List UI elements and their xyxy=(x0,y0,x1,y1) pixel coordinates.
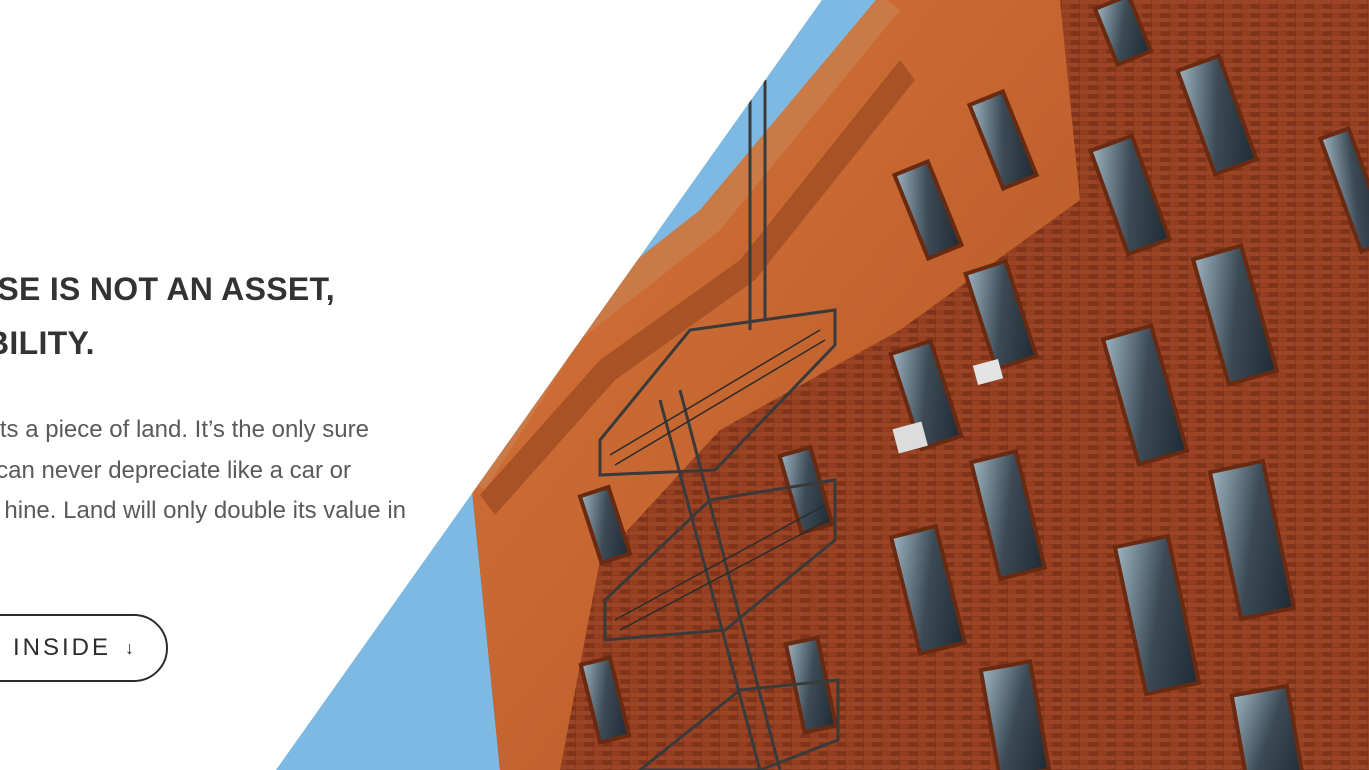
hero-section: USE IS NOT AN ASSET, BILITY. ts a piece … xyxy=(0,0,1369,770)
description-line-1: ts a piece of land. It’s the only sure xyxy=(0,416,369,443)
look-inside-button[interactable]: INSIDE ↓ xyxy=(0,614,168,682)
cta-label: INSIDE xyxy=(12,634,111,661)
description-line-3: hine. Land will only double its value in xyxy=(4,497,406,524)
arrow-down-icon: ↓ xyxy=(125,638,134,658)
hero-headline: USE IS NOT AN ASSET, BILITY. xyxy=(0,262,420,370)
description-line-2: can never depreciate like a car or xyxy=(0,456,351,484)
headline-line-1: USE IS NOT AN ASSET, xyxy=(0,271,335,307)
hero-description: ts a piece of land. It’s the only sure c… xyxy=(0,410,406,532)
hero-content: USE IS NOT AN ASSET, BILITY. ts a piece … xyxy=(0,262,420,532)
headline-line-2: BILITY. xyxy=(0,325,95,361)
